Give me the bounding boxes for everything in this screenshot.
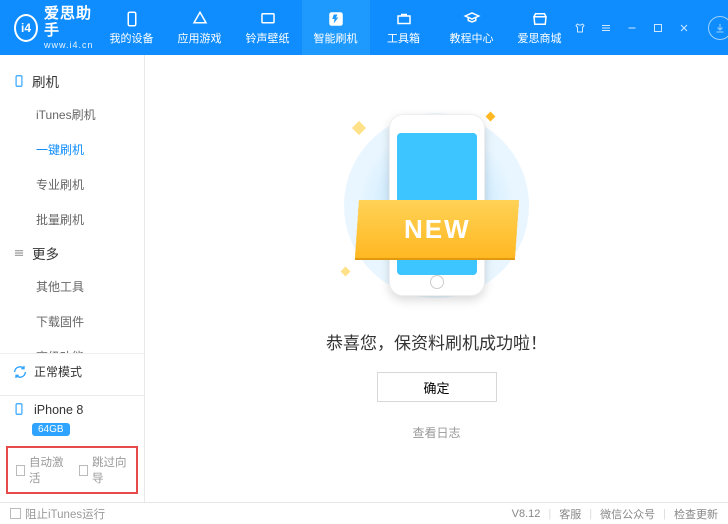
status-bar: 阻止iTunes运行 V8.12 | 客服 | 微信公众号 | 检查更新	[0, 502, 728, 524]
wechat-link[interactable]: 微信公众号	[600, 506, 655, 522]
media-icon	[259, 10, 277, 28]
logo-icon: i4	[14, 14, 38, 42]
nav-media[interactable]: 铃声壁纸	[234, 0, 302, 55]
flash-icon	[327, 10, 345, 28]
device-icon	[123, 10, 141, 28]
nav-tutorial[interactable]: 教程中心	[438, 0, 506, 55]
check-auto-activate[interactable]: 自动激活	[16, 454, 65, 486]
sidebar-item-itunes-flash[interactable]: iTunes刷机	[0, 97, 144, 132]
sidebar-item-pro-flash[interactable]: 专业刷机	[0, 167, 144, 202]
nav-flash[interactable]: 智能刷机	[302, 0, 370, 55]
sidebar-cat-more: 更多	[0, 237, 144, 269]
title-bar: i4 爱思助手 www.i4.cn 我的设备 应用游戏 铃声壁纸 智能刷机 工具…	[0, 0, 728, 55]
ok-button[interactable]: 确定	[377, 372, 497, 402]
apps-icon	[191, 10, 209, 28]
nav-my-device[interactable]: 我的设备	[98, 0, 166, 55]
device-row[interactable]: iPhone 8 64GB	[0, 396, 144, 446]
logo-area[interactable]: i4 爱思助手 www.i4.cn	[14, 5, 98, 50]
version-label: V8.12	[512, 508, 541, 520]
sidebar-item-advanced[interactable]: 高级功能	[0, 339, 144, 353]
sidebar-item-download-fw[interactable]: 下载固件	[0, 304, 144, 339]
sidebar-item-batch-flash[interactable]: 批量刷机	[0, 202, 144, 237]
menu-lines-icon	[12, 246, 26, 260]
sidebar-item-oneclick-flash[interactable]: 一键刷机	[0, 132, 144, 167]
sidebar: 刷机 iTunes刷机 一键刷机 专业刷机 批量刷机 更多 其他工具 下载固件 …	[0, 55, 145, 502]
success-illustration: NEW	[332, 105, 542, 305]
nav-toolbox[interactable]: 工具箱	[370, 0, 438, 55]
new-ribbon: NEW	[354, 200, 518, 258]
menu-icon[interactable]	[600, 22, 612, 34]
update-link[interactable]: 检查更新	[674, 506, 718, 522]
maximize-icon[interactable]	[652, 22, 664, 34]
main-content: NEW 恭喜您，保资料刷机成功啦！ 确定 查看日志	[145, 55, 728, 502]
check-block-itunes[interactable]: 阻止iTunes运行	[10, 506, 105, 522]
download-icon[interactable]	[708, 16, 728, 40]
minimize-icon[interactable]	[626, 22, 638, 34]
toolbox-icon	[395, 10, 413, 28]
brand-name: 爱思助手	[44, 5, 97, 40]
device-phone-icon	[12, 402, 28, 418]
highlighted-options: 自动激活 跳过向导	[6, 446, 138, 494]
view-log-link[interactable]: 查看日志	[412, 424, 460, 441]
nav-apps[interactable]: 应用游戏	[166, 0, 234, 55]
skin-icon[interactable]	[574, 22, 586, 34]
nav-shop[interactable]: 爱思商城	[506, 0, 574, 55]
close-icon[interactable]	[678, 22, 690, 34]
tutorial-icon	[463, 10, 481, 28]
brand-url: www.i4.cn	[44, 40, 97, 50]
support-link[interactable]: 客服	[559, 506, 581, 522]
check-skip-guide[interactable]: 跳过向导	[79, 454, 128, 486]
sidebar-cat-flash: 刷机	[0, 65, 144, 97]
success-message: 恭喜您，保资料刷机成功啦！	[326, 329, 547, 354]
refresh-icon	[12, 364, 28, 380]
main-nav: 我的设备 应用游戏 铃声壁纸 智能刷机 工具箱 教程中心 爱思商城	[98, 0, 574, 55]
storage-badge: 64GB	[32, 423, 70, 436]
window-controls	[574, 16, 728, 40]
shop-icon	[531, 10, 549, 28]
device-mode-row[interactable]: 正常模式	[0, 354, 144, 389]
sidebar-item-other-tools[interactable]: 其他工具	[0, 269, 144, 304]
phone-icon	[12, 74, 26, 88]
